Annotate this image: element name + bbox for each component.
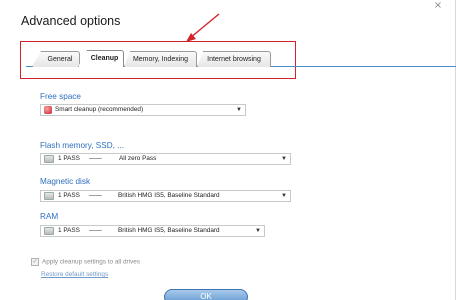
tab-memory-indexing[interactable]: Memory, Indexing [124, 51, 197, 67]
advanced-options-window: × Advanced options General Cleanup Memor… [0, 0, 456, 300]
disk-icon [44, 155, 54, 163]
close-icon[interactable]: × [429, 0, 447, 12]
chevron-down-icon: ▼ [281, 156, 287, 162]
chevron-down-icon: ▼ [281, 193, 287, 199]
magnetic-disk-dropdown[interactable]: 1 PASS —— British HMG IS5, Baseline Stan… [40, 190, 291, 202]
window-title: Advanced options [21, 14, 121, 28]
cleanup-icon [44, 106, 52, 114]
magnetic-disk-label: Magnetic disk [40, 177, 91, 186]
flash-memory-label: Flash memory, SSD, ... [40, 141, 125, 150]
apply-all-row: ✓ Apply cleanup settings to all drives [31, 258, 140, 266]
ram-method: British HMG IS5, Baseline Standard [118, 227, 220, 234]
disk-icon [44, 192, 54, 200]
restore-defaults-link[interactable]: Restore default settings [41, 271, 108, 278]
magnetic-method: British HMG IS5, Baseline Standard [118, 192, 220, 199]
apply-all-label: Apply cleanup settings to all drives [42, 258, 141, 266]
apply-all-checkbox[interactable]: ✓ [31, 258, 39, 266]
disk-icon [44, 227, 54, 235]
ok-button[interactable]: OK [164, 289, 248, 300]
ram-label: RAM [40, 212, 59, 221]
chevron-down-icon: ▼ [236, 107, 242, 113]
magnetic-dash: —— [89, 192, 102, 199]
ram-dash: —— [89, 227, 102, 234]
ram-passes: 1 PASS [58, 227, 80, 234]
ram-dropdown[interactable]: 1 PASS —— British HMG IS5, Baseline Stan… [40, 225, 265, 237]
magnetic-passes: 1 PASS [58, 192, 80, 199]
flash-memory-dropdown[interactable]: 1 PASS —— All zero Pass ▼ [40, 153, 291, 165]
chevron-down-icon: ▼ [255, 228, 261, 234]
flash-passes: 1 PASS [58, 155, 80, 162]
free-space-dropdown[interactable]: Smart cleanup (recommended) ▼ [40, 104, 246, 116]
free-space-label: Free space [40, 92, 81, 101]
flash-dash: —— [89, 155, 102, 162]
free-space-value: Smart cleanup (recommended) [55, 106, 144, 113]
tab-internet-browsing[interactable]: Internet browsing [197, 51, 271, 67]
flash-method: All zero Pass [119, 155, 157, 162]
